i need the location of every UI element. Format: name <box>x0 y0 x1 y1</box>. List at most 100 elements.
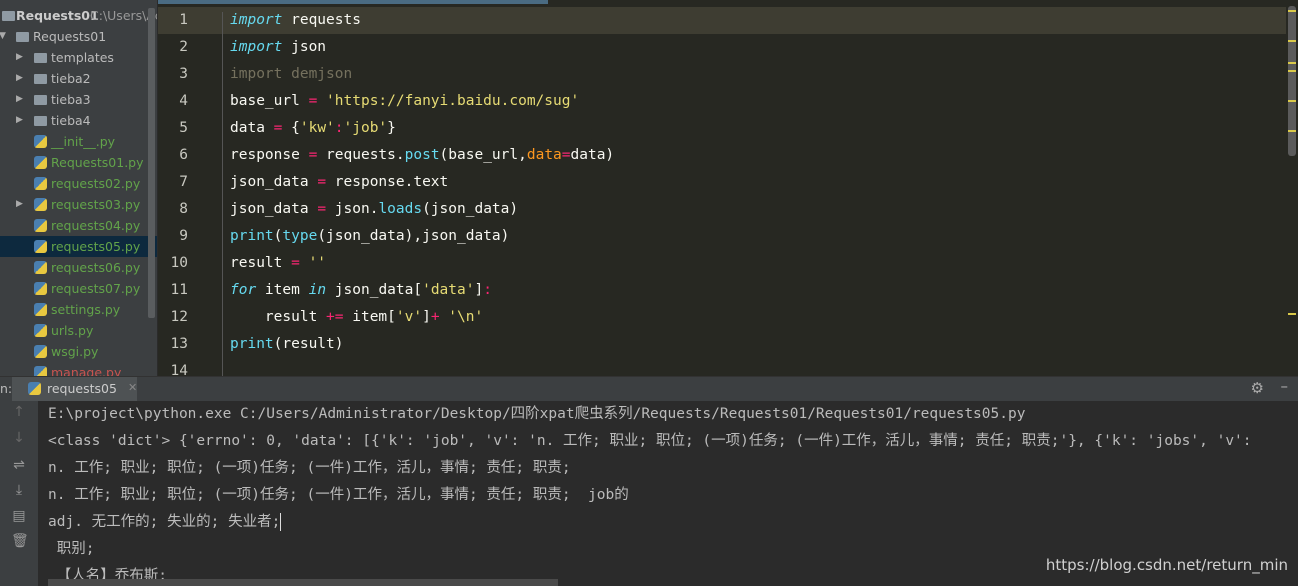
code-text: import json <box>230 34 326 61</box>
code-token: requests. <box>317 147 405 163</box>
project-name: Requests01 <box>16 8 99 23</box>
code-line[interactable]: 1 import requests <box>158 7 1286 34</box>
code-text: import requests <box>230 7 361 34</box>
code-line[interactable]: 8 json_data = json.loads(json_data) <box>158 196 1286 223</box>
code-token: data <box>230 120 274 136</box>
tree-item[interactable]: ▶ requests03.py <box>0 194 157 215</box>
code-line[interactable]: 9 print(type(json_data),json_data) <box>158 223 1286 250</box>
tree-item[interactable]: manage.py <box>0 362 157 376</box>
warning-marker[interactable] <box>1288 40 1296 42</box>
code-text: json_data = response.text <box>230 169 448 196</box>
python-file-icon <box>34 198 47 211</box>
warning-marker[interactable] <box>1288 10 1296 12</box>
warning-marker[interactable] <box>1288 130 1296 132</box>
chevron-right-icon[interactable]: ▶ <box>16 47 23 68</box>
folder-icon <box>16 32 29 42</box>
trash-icon[interactable]: 🗑 <box>11 533 29 549</box>
tree-item-label: requests07.py <box>51 281 141 296</box>
code-token: json. <box>326 201 379 217</box>
code-line[interactable]: 4 base_url = 'https://fanyi.baidu.com/sug… <box>158 88 1286 115</box>
warning-marker[interactable] <box>1288 100 1296 102</box>
code-token: item <box>256 282 309 298</box>
python-file-icon <box>34 156 47 169</box>
code-line[interactable]: 11 for item in json_data['data']: <box>158 277 1286 304</box>
run-tab[interactable]: requests05 ✕ <box>12 377 137 402</box>
line-number: 3 <box>179 66 188 82</box>
console-scrollbar[interactable] <box>48 579 558 586</box>
sidebar-scrollbar[interactable] <box>148 8 155 318</box>
code-token: 'data' <box>422 282 475 298</box>
warning-marker[interactable] <box>1288 70 1296 72</box>
soft-wrap-icon[interactable]: ⇌ <box>11 457 27 473</box>
chevron-right-icon[interactable]: ▶ <box>16 110 23 131</box>
console-line: adj. 无工作的; 失业的; 失业者; <box>48 509 282 536</box>
python-file-icon <box>34 261 47 274</box>
code-line[interactable]: 12 result += item['v']+ '\n' <box>158 304 1286 331</box>
console-text: n. 工作; 职业; 职位; (一项)任务; (一件)工作，活儿，事情; 责任;… <box>48 460 571 476</box>
code-token: = <box>317 174 327 190</box>
editor-scrollbar[interactable] <box>1288 6 1296 156</box>
print-icon[interactable]: ▤ <box>11 508 27 524</box>
gear-icon[interactable]: ⚙ <box>1251 379 1264 397</box>
chevron-down-icon[interactable]: ▼ <box>0 26 6 47</box>
code-line[interactable]: 6 response = requests.post(base_url,data=… <box>158 142 1286 169</box>
code-line[interactable]: 10 result = '' <box>158 250 1286 277</box>
tree-item[interactable]: ▶ tieba4 <box>0 110 157 131</box>
folder-icon <box>34 95 47 105</box>
code-line[interactable]: 3 import demjson <box>158 61 1286 88</box>
tree-item[interactable]: requests05.py <box>0 236 157 257</box>
code-token: = <box>308 147 318 163</box>
code-line[interactable]: 7 json_data = response.text <box>158 169 1286 196</box>
chevron-right-icon[interactable]: ▶ <box>16 89 23 110</box>
code-token: json_data <box>230 174 318 190</box>
tree-item[interactable]: urls.py <box>0 320 157 341</box>
code-line[interactable]: 14 <box>158 358 1286 376</box>
tree-item[interactable]: ▼ Requests01 <box>0 26 157 47</box>
close-icon[interactable]: ✕ <box>128 381 137 394</box>
warning-marker[interactable] <box>1288 62 1296 64</box>
line-number: 8 <box>179 201 188 217</box>
tree-item[interactable]: requests04.py <box>0 215 157 236</box>
tree-item-label: tieba3 <box>51 92 91 107</box>
minimize-icon[interactable]: – <box>1281 377 1289 395</box>
warning-marker[interactable] <box>1288 313 1296 315</box>
tree-item[interactable]: settings.py <box>0 299 157 320</box>
run-tab-label: requests05 <box>47 381 117 396</box>
tree-item[interactable]: ▶ templates <box>0 47 157 68</box>
scroll-to-end-icon[interactable]: ⤓ <box>11 482 27 498</box>
tree-item[interactable]: wsgi.py <box>0 341 157 362</box>
code-text: result += item['v']+ '\n' <box>230 304 483 331</box>
project-header[interactable]: Requests01 C:\Users\Ac <box>0 5 157 26</box>
console-text: adj. 无工作的; 失业的; 失业者; <box>48 514 281 530</box>
tree-item[interactable]: ▶ tieba3 <box>0 89 157 110</box>
chevron-right-icon[interactable]: ▶ <box>16 194 23 215</box>
console-line: <class 'dict'> {'errno': 0, 'data': [{'k… <box>48 428 1252 455</box>
code-token: json_data <box>230 201 318 217</box>
code-text: for item in json_data['data']: <box>230 277 492 304</box>
code-token: json <box>282 39 327 55</box>
code-text: import demjson <box>230 61 352 88</box>
code-token: (result) <box>273 336 344 352</box>
tree-item-label: manage.py <box>51 365 122 376</box>
folder-icon <box>34 53 47 63</box>
folder-icon <box>34 74 47 84</box>
code-line[interactable]: 2 import json <box>158 34 1286 61</box>
run-panel-header: n: requests05 ✕ ⚙ – <box>0 376 1298 402</box>
code-line[interactable]: 5 data = {'kw':'job'} <box>158 115 1286 142</box>
tree-item-label: Requests01.py <box>51 155 144 170</box>
chevron-right-icon[interactable]: ▶ <box>16 68 23 89</box>
tree-item[interactable]: requests07.py <box>0 278 157 299</box>
tree-item[interactable]: requests02.py <box>0 173 157 194</box>
tree-item[interactable]: __init__.py <box>0 131 157 152</box>
run-toolbar: ↑ ↓ ⇌ ⤓ ▤ 🗑 <box>0 401 38 586</box>
console-line: n. 工作; 职业; 职位; (一项)任务; (一件)工作，活儿，事情; 责任;… <box>48 455 571 482</box>
code-editor[interactable]: 1 import requests 2 import json 3 import demj… <box>158 0 1298 376</box>
tree-item-label: Requests01 <box>33 29 107 44</box>
tree-item[interactable]: ▶ tieba2 <box>0 68 157 89</box>
tree-item[interactable]: requests06.py <box>0 257 157 278</box>
tree-item[interactable]: Requests01.py <box>0 152 157 173</box>
arrow-up-icon[interactable]: ↑ <box>11 404 27 420</box>
arrow-down-icon[interactable]: ↓ <box>11 430 27 446</box>
code-line[interactable]: 13 print(result) <box>158 331 1286 358</box>
